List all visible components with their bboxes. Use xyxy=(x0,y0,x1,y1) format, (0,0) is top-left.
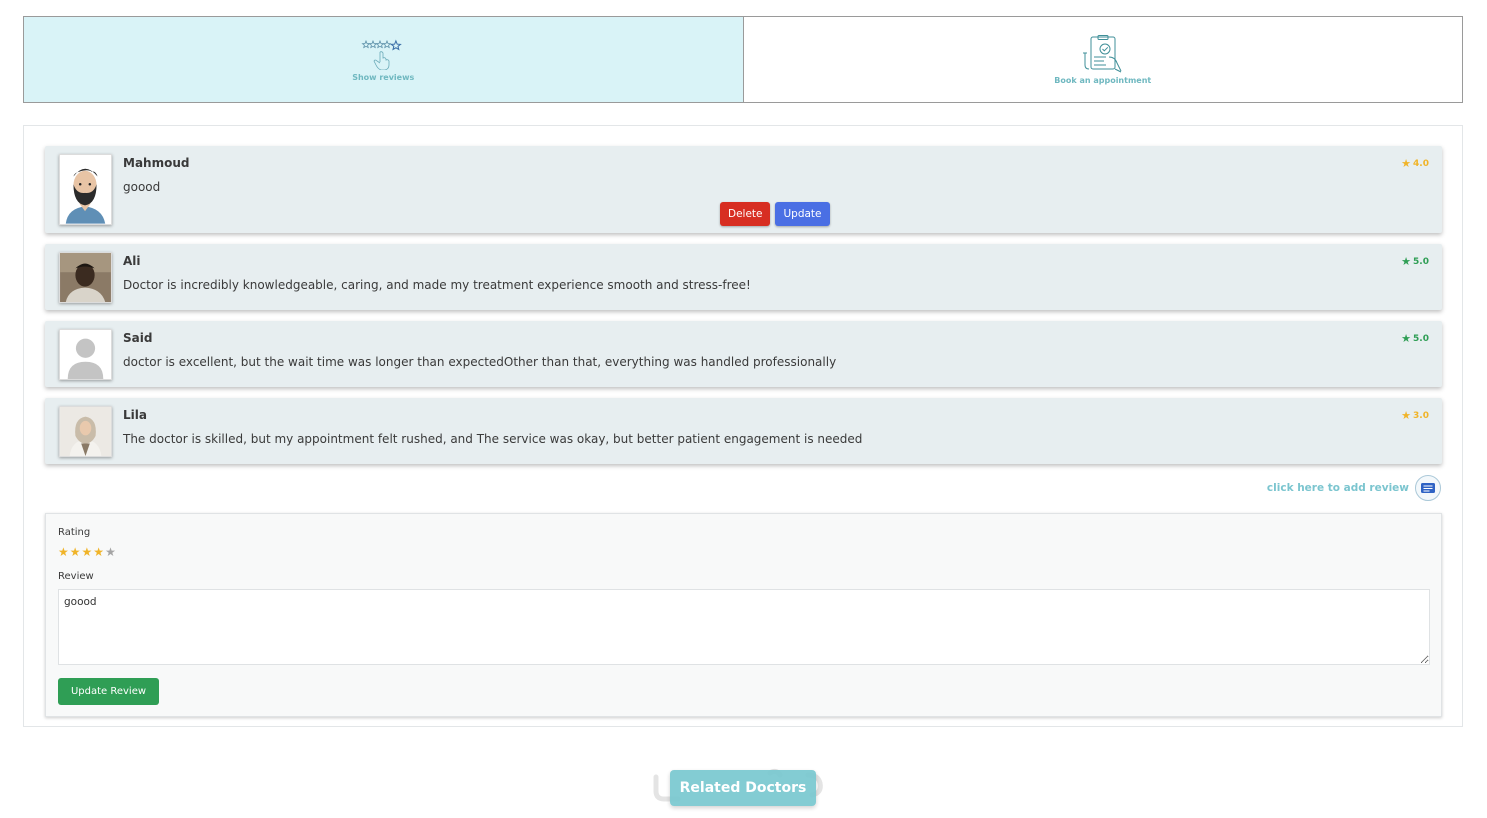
rating-badge: ★ 5.0 xyxy=(1401,255,1429,268)
review-textarea[interactable]: goood xyxy=(58,589,1430,665)
star-5-icon[interactable]: ★ xyxy=(105,545,117,559)
rating-value: 5.0 xyxy=(1413,333,1429,344)
reviews-panel: Mahmoud goood ★ 4.0 Delete Update Ali Do… xyxy=(23,125,1463,727)
review-card: Ali Doctor is incredibly knowledgeable, … xyxy=(45,244,1442,310)
review-label: Review xyxy=(58,571,94,582)
tab-bar: Show reviews Book an appointment xyxy=(23,16,1463,103)
tab-label: Show reviews xyxy=(352,72,415,82)
avatar xyxy=(59,406,112,457)
review-text: doctor is excellent, but the wait time w… xyxy=(123,355,837,369)
reviewer-name: Said xyxy=(123,331,153,345)
star-2-icon[interactable]: ★ xyxy=(70,545,82,559)
rating-value: 4.0 xyxy=(1413,158,1429,169)
add-review-icon[interactable] xyxy=(1415,475,1441,501)
rating-badge: ★ 3.0 xyxy=(1401,409,1429,422)
review-form: Rating ★★★★★ Review goood Update Review xyxy=(45,513,1442,717)
tab-book-appointment[interactable]: Book an appointment xyxy=(744,17,1463,102)
star-icon: ★ xyxy=(1401,157,1412,170)
rating-badge: ★ 5.0 xyxy=(1401,332,1429,345)
related-doctors-button[interactable]: Related Doctors xyxy=(670,770,816,806)
review-text: The doctor is skilled, but my appointmen… xyxy=(123,432,863,446)
delete-button[interactable]: Delete xyxy=(720,202,770,226)
reviewer-name: Ali xyxy=(123,254,141,268)
review-card: Lila The doctor is skilled, but my appoi… xyxy=(45,398,1442,464)
tab-label: Book an appointment xyxy=(1054,75,1152,85)
avatar-photo-woman xyxy=(60,407,111,456)
related-doctors-section: Related Doctors xyxy=(650,765,835,810)
rating-value: 5.0 xyxy=(1413,256,1429,267)
star-4-icon[interactable]: ★ xyxy=(93,545,105,559)
rating-label: Rating xyxy=(58,527,91,538)
rating-stars-hand-icon xyxy=(361,38,405,70)
rating-stars[interactable]: ★★★★★ xyxy=(58,545,117,559)
rating-badge: ★ 4.0 xyxy=(1401,157,1429,170)
avatar xyxy=(59,252,112,303)
avatar xyxy=(59,154,112,225)
review-card: Said doctor is excellent, but the wait t… xyxy=(45,321,1442,387)
clipboard-doctor-icon xyxy=(1081,34,1125,73)
star-icon: ★ xyxy=(1401,332,1412,345)
avatar-photo-man xyxy=(60,253,111,302)
reviewer-name: Lila xyxy=(123,408,147,422)
star-1-icon[interactable]: ★ xyxy=(58,545,70,559)
star-3-icon[interactable]: ★ xyxy=(82,545,94,559)
add-review-link[interactable]: click here to add review xyxy=(1267,475,1441,501)
star-icon: ★ xyxy=(1401,409,1412,422)
rating-value: 3.0 xyxy=(1413,410,1429,421)
reviewer-name: Mahmoud xyxy=(123,156,190,170)
avatar-placeholder xyxy=(60,330,111,379)
add-review-label: click here to add review xyxy=(1266,482,1409,494)
update-button[interactable]: Update xyxy=(775,202,830,226)
update-review-button[interactable]: Update Review xyxy=(58,678,159,705)
tab-show-reviews[interactable]: Show reviews xyxy=(24,17,744,102)
review-text: goood xyxy=(123,180,161,194)
review-text: Doctor is incredibly knowledgeable, cari… xyxy=(123,278,751,292)
avatar-bearded-man xyxy=(60,155,111,224)
avatar xyxy=(59,329,112,380)
review-card: Mahmoud goood ★ 4.0 Delete Update xyxy=(45,146,1442,233)
star-icon: ★ xyxy=(1401,255,1412,268)
